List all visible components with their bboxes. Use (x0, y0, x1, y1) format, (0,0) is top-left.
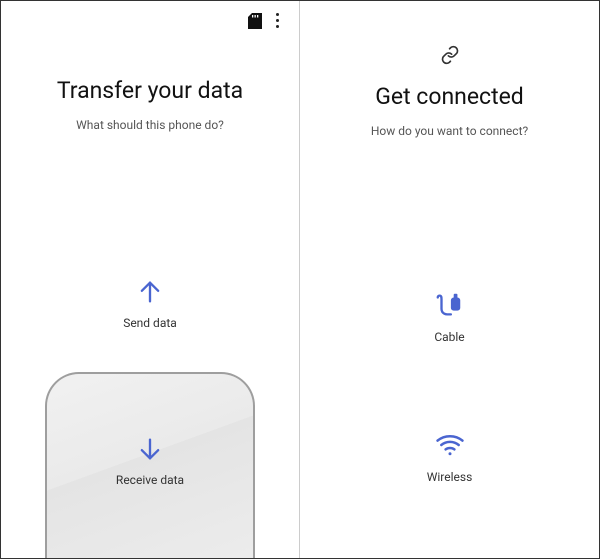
connection-options: Cable Wireless (300, 290, 599, 558)
page-title: Get connected (375, 83, 524, 110)
cable-label: Cable (434, 330, 464, 344)
send-data-option[interactable]: Send data (123, 278, 177, 330)
arrow-down-icon (136, 435, 164, 463)
transfer-options: Send data Receive data (1, 278, 299, 558)
receive-data-option[interactable]: Receive data (45, 372, 255, 558)
cable-option[interactable]: Cable (434, 290, 464, 344)
transfer-data-screen: Transfer your data What should this phon… (1, 1, 300, 558)
link-icon (440, 45, 460, 69)
wireless-option[interactable]: Wireless (427, 430, 473, 484)
send-data-label: Send data (123, 316, 177, 330)
more-icon[interactable] (274, 11, 281, 30)
cable-icon (434, 290, 464, 320)
page-title: Transfer your data (57, 77, 243, 104)
receive-data-label: Receive data (116, 473, 184, 487)
page-subtitle: How do you want to connect? (371, 124, 528, 138)
wifi-icon (435, 430, 465, 460)
arrow-up-icon (136, 278, 164, 306)
page-subtitle: What should this phone do? (76, 118, 224, 132)
topbar (248, 11, 281, 30)
sd-card-icon[interactable] (248, 13, 262, 29)
wireless-label: Wireless (427, 470, 473, 484)
get-connected-screen: Get connected How do you want to connect… (300, 1, 599, 558)
